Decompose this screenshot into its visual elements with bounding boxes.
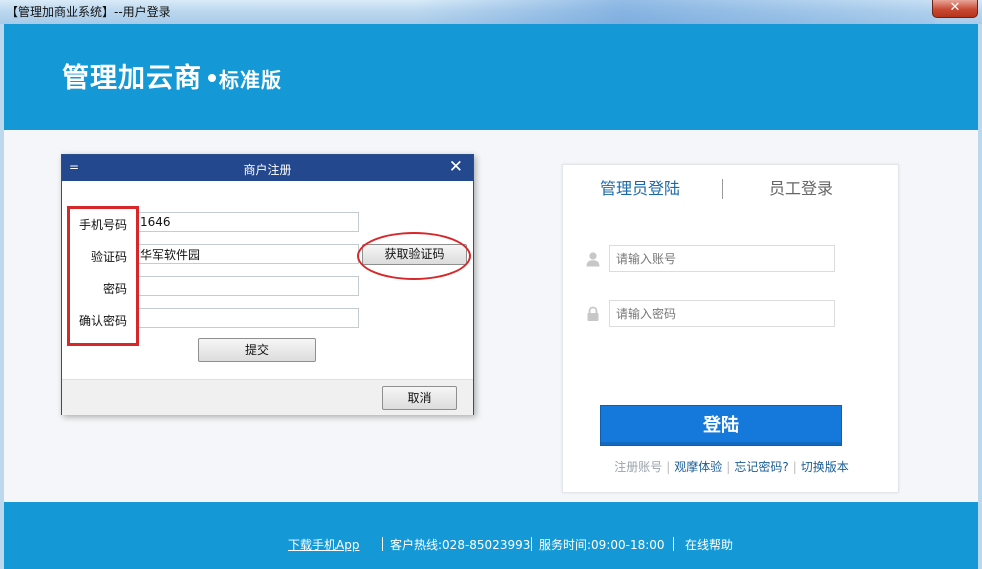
service-hours-text: 服务时间:09:00-18:00 bbox=[539, 538, 665, 552]
brand-logo: 管理加云商 标准版 bbox=[62, 56, 282, 95]
dialog-close-button[interactable]: ✕ bbox=[449, 157, 463, 177]
lock-icon bbox=[587, 306, 599, 321]
tab-admin-login[interactable]: 管理员登陆 bbox=[600, 175, 680, 199]
phone-input[interactable] bbox=[137, 212, 359, 232]
footer-divider bbox=[673, 537, 674, 551]
window-close-button[interactable]: ✕ bbox=[932, 0, 978, 18]
verification-code-input[interactable] bbox=[137, 244, 359, 264]
register-password-input[interactable] bbox=[137, 276, 359, 296]
switch-version-link[interactable]: 切换版本 bbox=[801, 458, 849, 475]
window-title: 【管理加商业系统】--用户登录 bbox=[6, 5, 171, 19]
download-app-link[interactable]: 下载手机App bbox=[288, 536, 359, 553]
titlebar-glass bbox=[415, 0, 935, 24]
confirm-password-input[interactable] bbox=[137, 308, 359, 328]
brand-name: 管理加云商 bbox=[62, 63, 202, 94]
footer-divider bbox=[382, 537, 383, 551]
brand-dot-icon bbox=[208, 73, 216, 82]
dialog-titlebar: = 商户注册 ✕ bbox=[62, 155, 473, 181]
dialog-title: 商户注册 bbox=[243, 163, 292, 177]
register-link[interactable]: 注册账号 bbox=[614, 458, 662, 475]
annotation-ellipse bbox=[357, 232, 471, 280]
footer-bar: 下载手机App 客户热线:028-85023993 服务时间:09:00-18:… bbox=[4, 502, 978, 569]
login-button[interactable]: 登陆 bbox=[600, 405, 842, 446]
password-row bbox=[585, 300, 835, 328]
online-help-link[interactable]: 在线帮助 bbox=[685, 536, 733, 553]
window-titlebar: 【管理加商业系统】--用户登录 ✕ bbox=[0, 0, 982, 24]
hotline-text: 客户热线:028-85023993 bbox=[390, 538, 531, 552]
tab-staff-login[interactable]: 员工登录 bbox=[769, 175, 833, 199]
annotation-rectangle bbox=[67, 206, 139, 346]
account-row bbox=[585, 245, 835, 273]
dialog-footer: 取消 bbox=[62, 379, 473, 415]
account-input[interactable] bbox=[609, 245, 835, 272]
login-links: 注册账号 | 观摩体验 | 忘记密码? | 切换版本 bbox=[614, 458, 849, 475]
password-input[interactable] bbox=[609, 300, 835, 327]
user-icon bbox=[586, 252, 600, 267]
submit-button[interactable]: 提交 bbox=[198, 338, 316, 362]
cancel-button[interactable]: 取消 bbox=[382, 386, 457, 410]
demo-link[interactable]: 观摩体验 bbox=[674, 458, 722, 475]
tab-divider bbox=[722, 179, 723, 199]
login-panel: 管理员登陆 员工登录 登陆 注册账号|观摩体验|忘记密码?|切换版本 bbox=[562, 164, 899, 493]
forgot-password-link[interactable]: 忘记密码? bbox=[734, 458, 788, 475]
app-header: 管理加云商 标准版 bbox=[4, 24, 978, 130]
footer-divider bbox=[531, 537, 532, 551]
brand-edition: 标准版 bbox=[219, 68, 282, 92]
